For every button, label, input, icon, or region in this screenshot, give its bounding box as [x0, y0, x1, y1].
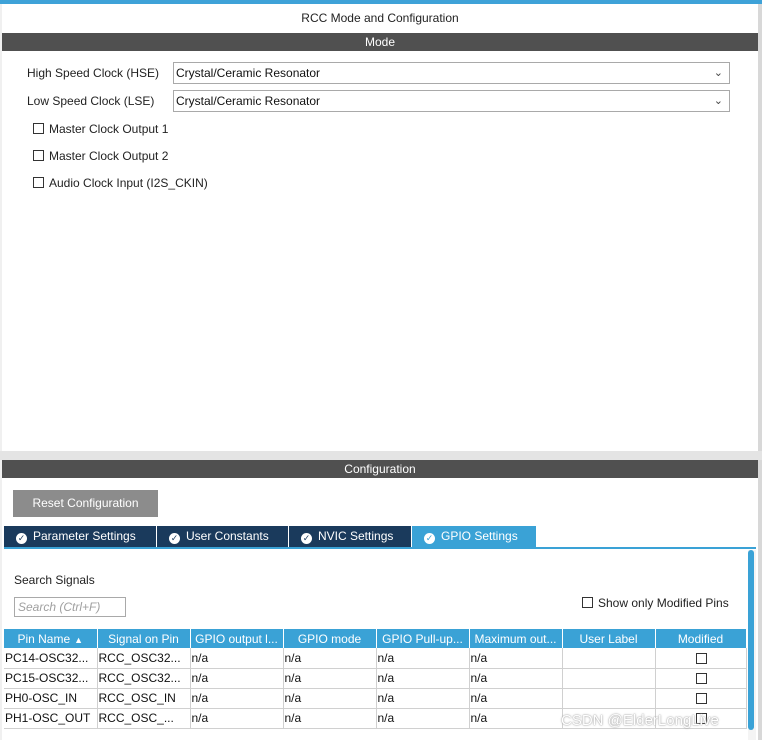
signal-cell: RCC_OSC_IN: [97, 688, 191, 709]
lse-label: Low Speed Clock (LSE): [27, 94, 155, 108]
maximum-output-cell: n/a: [469, 648, 563, 669]
csdn-watermark: CSDN @ElderLongLive: [561, 712, 719, 729]
tab-gpio-settings[interactable]: ✓ GPIO Settings: [412, 526, 536, 547]
reset-configuration-button[interactable]: Reset Configuration: [13, 490, 158, 517]
pin-name-cell: PH0-OSC_IN: [4, 688, 98, 709]
pin-name-cell: PC14-OSC32...: [4, 648, 98, 669]
signal-cell: RCC_OSC32...: [97, 668, 191, 689]
user-label-cell: [562, 648, 656, 669]
tab-parameter-settings[interactable]: ✓ Parameter Settings: [4, 526, 156, 547]
pin-name-cell: PH1-OSC_OUT: [4, 708, 98, 729]
master-clock-output-1-checkbox[interactable]: [33, 123, 44, 134]
show-only-modified-row[interactable]: Show only Modified Pins: [582, 596, 729, 610]
section-divider: [0, 451, 762, 460]
search-signals-label: Search Signals: [14, 573, 95, 587]
mode-section-header: Mode: [2, 33, 758, 51]
gpio-output-level-cell: n/a: [190, 688, 284, 709]
search-signals-input[interactable]: [14, 597, 126, 617]
check-circle-icon: ✓: [424, 533, 435, 544]
show-only-modified-label: Show only Modified Pins: [598, 596, 729, 610]
tab-underline: [4, 547, 756, 549]
show-only-modified-checkbox[interactable]: [582, 597, 593, 608]
modified-checkbox[interactable]: [695, 653, 707, 665]
user-label-cell: [562, 668, 656, 689]
master-clock-output-2-row[interactable]: Master Clock Output 2: [33, 148, 168, 164]
master-clock-output-1-row[interactable]: Master Clock Output 1: [33, 121, 168, 137]
signal-cell: RCC_OSC32...: [97, 648, 191, 669]
pin-name-cell: PC15-OSC32...: [4, 668, 98, 689]
master-clock-output-2-label: Master Clock Output 2: [49, 149, 169, 163]
tab-label: Parameter Settings: [33, 529, 136, 543]
sort-ascending-icon: ▲: [74, 634, 84, 645]
tab-label: NVIC Settings: [318, 529, 394, 543]
table-row[interactable]: PH0-OSC_IN RCC_OSC_IN n/a n/a n/a n/a: [4, 688, 747, 709]
check-circle-icon: ✓: [169, 533, 180, 544]
table-header-row: Pin Name ▲ Signal on Pin GPIO output l...…: [4, 629, 747, 648]
master-clock-output-2-checkbox[interactable]: [33, 150, 44, 161]
tab-user-constants[interactable]: ✓ User Constants: [157, 526, 288, 547]
gpio-output-level-cell: n/a: [190, 668, 284, 689]
signal-cell: RCC_OSC_...: [97, 708, 191, 729]
maximum-output-cell: n/a: [469, 708, 563, 729]
panel-title: RCC Mode and Configuration: [2, 4, 758, 33]
tab-nvic-settings[interactable]: ✓ NVIC Settings: [289, 526, 411, 547]
panel-right-border: [758, 4, 762, 740]
gpio-pull-cell: n/a: [376, 668, 470, 689]
audio-clock-input-row[interactable]: Audio Clock Input (I2S_CKIN): [33, 175, 208, 191]
gpio-pull-cell: n/a: [376, 708, 470, 729]
gpio-mode-cell: n/a: [283, 708, 377, 729]
modified-cell: [655, 668, 747, 689]
column-header-maximum-output[interactable]: Maximum out...: [469, 629, 563, 648]
maximum-output-cell: n/a: [469, 668, 563, 689]
hse-select[interactable]: Crystal/Ceramic Resonator ⌄: [173, 62, 730, 84]
column-header-pin-name[interactable]: Pin Name ▲: [4, 629, 98, 648]
modified-cell: [655, 648, 747, 669]
gpio-mode-cell: n/a: [283, 688, 377, 709]
gpio-mode-cell: n/a: [283, 648, 377, 669]
tab-label: User Constants: [186, 529, 269, 543]
gpio-pull-cell: n/a: [376, 648, 470, 669]
modified-checkbox[interactable]: [695, 693, 707, 705]
gpio-pull-cell: n/a: [376, 688, 470, 709]
audio-clock-input-label: Audio Clock Input (I2S_CKIN): [49, 176, 208, 190]
column-header-signal-on-pin[interactable]: Signal on Pin: [97, 629, 191, 648]
table-row[interactable]: PC15-OSC32... RCC_OSC32... n/a n/a n/a n…: [4, 668, 747, 689]
hse-label: High Speed Clock (HSE): [27, 66, 160, 80]
hse-select-value: Crystal/Ceramic Resonator: [176, 66, 321, 80]
master-clock-output-1-label: Master Clock Output 1: [49, 122, 169, 136]
modified-cell: [655, 688, 747, 709]
check-circle-icon: ✓: [301, 533, 312, 544]
gpio-mode-cell: n/a: [283, 668, 377, 689]
user-label-cell: [562, 688, 656, 709]
audio-clock-input-checkbox[interactable]: [33, 177, 44, 188]
scrollbar-thumb[interactable]: [748, 550, 754, 730]
chevron-down-icon: ⌄: [713, 95, 723, 107]
column-header-gpio-output-level[interactable]: GPIO output l...: [190, 629, 284, 648]
column-header-modified[interactable]: Modified: [655, 629, 747, 648]
lse-select[interactable]: Crystal/Ceramic Resonator ⌄: [173, 90, 730, 112]
gpio-output-level-cell: n/a: [190, 708, 284, 729]
modified-checkbox[interactable]: [695, 673, 707, 685]
column-header-gpio-pull[interactable]: GPIO Pull-up...: [376, 629, 470, 648]
maximum-output-cell: n/a: [469, 688, 563, 709]
column-header-gpio-mode[interactable]: GPIO mode: [283, 629, 377, 648]
tab-label: GPIO Settings: [441, 529, 518, 543]
check-circle-icon: ✓: [16, 533, 27, 544]
lse-select-value: Crystal/Ceramic Resonator: [176, 94, 321, 108]
column-header-user-label[interactable]: User Label: [562, 629, 656, 648]
gpio-output-level-cell: n/a: [190, 648, 284, 669]
chevron-down-icon: ⌄: [713, 67, 723, 79]
configuration-section-header: Configuration: [2, 460, 758, 478]
table-row[interactable]: PC14-OSC32... RCC_OSC32... n/a n/a n/a n…: [4, 648, 747, 669]
